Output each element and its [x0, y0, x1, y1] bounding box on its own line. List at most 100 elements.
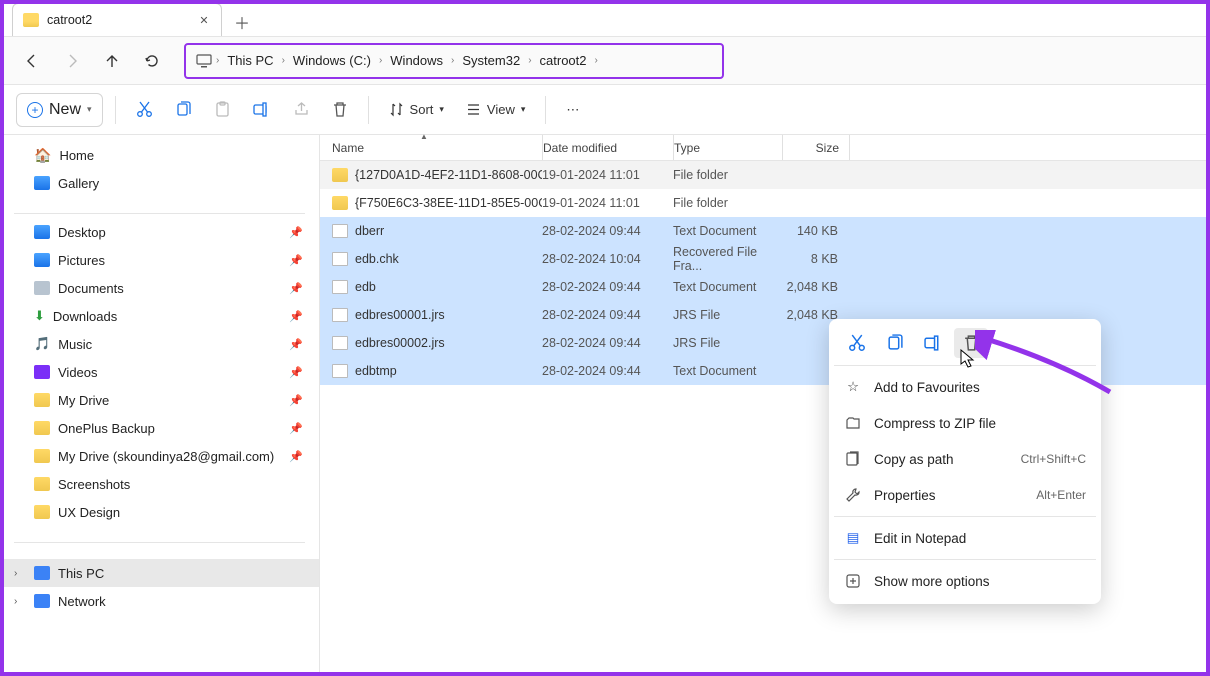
sidebar-mydrive[interactable]: My Drive📌: [0, 386, 319, 414]
share-button[interactable]: [285, 93, 318, 127]
forward-button[interactable]: [56, 45, 88, 77]
file-row[interactable]: edb.chk28-02-2024 10:04Recovered File Fr…: [320, 245, 1210, 273]
sidebar-music[interactable]: 🎵Music📌: [0, 330, 319, 358]
file-size: 2,048 KB: [782, 280, 848, 294]
home-icon: 🏠: [34, 147, 51, 164]
ctx-compress-zip[interactable]: Compress to ZIP file: [834, 405, 1096, 441]
file-date: 19-01-2024 11:01: [542, 168, 673, 182]
ctx-cut-button[interactable]: [840, 328, 874, 358]
crumb-this-pc[interactable]: This PC: [223, 51, 277, 70]
file-name: edbtmp: [355, 364, 397, 378]
up-button[interactable]: [96, 45, 128, 77]
delete-button[interactable]: [324, 93, 356, 127]
network-icon: [34, 594, 50, 608]
file-icon: [332, 252, 348, 266]
chevron-right-icon: ›: [282, 55, 285, 66]
more-button[interactable]: ⋯: [558, 93, 587, 127]
videos-icon: [34, 365, 50, 379]
new-tab-button[interactable]: ＋: [228, 8, 256, 36]
sidebar-downloads[interactable]: ⬇Downloads📌: [0, 302, 319, 330]
new-button[interactable]: + New ▾: [16, 93, 103, 127]
file-name: edbres00002.jrs: [355, 336, 445, 350]
pin-icon: 📌: [289, 282, 303, 295]
close-tab-button[interactable]: ✕: [197, 13, 211, 27]
file-size: 8 KB: [782, 252, 848, 266]
file-type: File folder: [673, 196, 782, 210]
sidebar-desktop[interactable]: Desktop📌: [0, 218, 319, 246]
sidebar-mydrive-email[interactable]: My Drive (skoundinya28@gmail.com)📌: [0, 442, 319, 470]
sidebar-pictures[interactable]: Pictures📌: [0, 246, 319, 274]
col-type[interactable]: Type: [674, 141, 782, 155]
pin-icon: 📌: [289, 422, 303, 435]
file-type: Text Document: [673, 364, 782, 378]
copy-button[interactable]: [167, 93, 200, 127]
ctx-rename-button[interactable]: [916, 328, 950, 358]
documents-icon: [34, 281, 50, 295]
col-date[interactable]: Date modified: [543, 141, 673, 155]
file-row[interactable]: {F750E6C3-38EE-11D1-85E5-00C04FC295...19…: [320, 189, 1210, 217]
file-size: 140 KB: [782, 224, 848, 238]
ctx-properties[interactable]: PropertiesAlt+Enter: [834, 477, 1096, 513]
sidebar-videos[interactable]: Videos📌: [0, 358, 319, 386]
sidebar-this-pc[interactable]: ›This PC: [0, 559, 319, 587]
folder-icon: [34, 449, 50, 463]
refresh-button[interactable]: [136, 45, 168, 77]
downloads-icon: ⬇: [34, 308, 45, 324]
chevron-right-icon: ›: [595, 55, 598, 66]
file-date: 28-02-2024 09:44: [542, 224, 673, 238]
chevron-right-icon: ›: [451, 55, 454, 66]
folder-icon: [332, 168, 348, 182]
window-tab[interactable]: catroot2 ✕: [12, 3, 222, 36]
ctx-copy-button[interactable]: [878, 328, 912, 358]
col-name[interactable]: Name: [320, 141, 542, 155]
crumb-catroot2[interactable]: catroot2: [536, 51, 591, 70]
file-date: 28-02-2024 10:04: [542, 252, 673, 266]
column-headers: ▲ Name Date modified Type Size: [320, 135, 1210, 161]
ctx-copy-path[interactable]: Copy as pathCtrl+Shift+C: [834, 441, 1096, 477]
file-row[interactable]: {127D0A1D-4EF2-11D1-8608-00C04FC295...19…: [320, 161, 1210, 189]
ctx-show-more[interactable]: Show more options: [834, 563, 1096, 599]
col-size[interactable]: Size: [783, 141, 849, 155]
rename-button[interactable]: [245, 93, 279, 127]
sidebar: 🏠Home Gallery Desktop📌 Pictures📌 Documen…: [0, 135, 320, 676]
file-row[interactable]: edb28-02-2024 09:44Text Document2,048 KB: [320, 273, 1210, 301]
sidebar-uxdesign[interactable]: UX Design: [0, 498, 319, 526]
file-icon: [332, 336, 348, 350]
pin-icon: 📌: [289, 394, 303, 407]
file-name: dberr: [355, 224, 384, 238]
chevron-right-icon: ›: [379, 55, 382, 66]
sidebar-documents[interactable]: Documents📌: [0, 274, 319, 302]
ctx-edit-notepad[interactable]: ▤Edit in Notepad: [834, 520, 1096, 556]
crumb-drive[interactable]: Windows (C:): [289, 51, 375, 70]
file-name: edbres00001.jrs: [355, 308, 445, 322]
folder-icon: [23, 13, 39, 27]
crumb-windows[interactable]: Windows: [386, 51, 447, 70]
file-icon: [332, 308, 348, 322]
file-type: JRS File: [673, 308, 782, 322]
chevron-down-icon: ▾: [87, 104, 92, 115]
sidebar-gallery[interactable]: Gallery: [0, 169, 319, 197]
shortcut-text: Alt+Enter: [1036, 488, 1086, 502]
crumb-system32[interactable]: System32: [458, 51, 524, 70]
chevron-right-icon: ›: [528, 55, 531, 66]
chevron-right-icon[interactable]: ›: [14, 596, 17, 607]
chevron-right-icon[interactable]: ›: [14, 568, 17, 579]
nav-bar: › This PC › Windows (C:) › Windows › Sys…: [0, 37, 1210, 85]
sidebar-screenshots[interactable]: Screenshots: [0, 470, 319, 498]
sidebar-network[interactable]: ›Network: [0, 587, 319, 615]
file-date: 28-02-2024 09:44: [542, 364, 673, 378]
file-type: Text Document: [673, 224, 782, 238]
view-label: View: [487, 102, 515, 117]
file-name: edb.chk: [355, 252, 399, 266]
view-button[interactable]: View ▾: [458, 93, 533, 127]
sidebar-home[interactable]: 🏠Home: [0, 141, 319, 169]
gallery-icon: [34, 176, 50, 190]
sidebar-oneplus[interactable]: OnePlus Backup📌: [0, 414, 319, 442]
pin-icon: 📌: [289, 254, 303, 267]
file-row[interactable]: dberr 28-02-2024 09:44Text Document140 KB: [320, 217, 1210, 245]
sort-button[interactable]: Sort ▾: [381, 93, 452, 127]
paste-button[interactable]: [206, 93, 239, 127]
back-button[interactable]: [16, 45, 48, 77]
cut-button[interactable]: [128, 93, 161, 127]
breadcrumb[interactable]: › This PC › Windows (C:) › Windows › Sys…: [184, 43, 724, 79]
